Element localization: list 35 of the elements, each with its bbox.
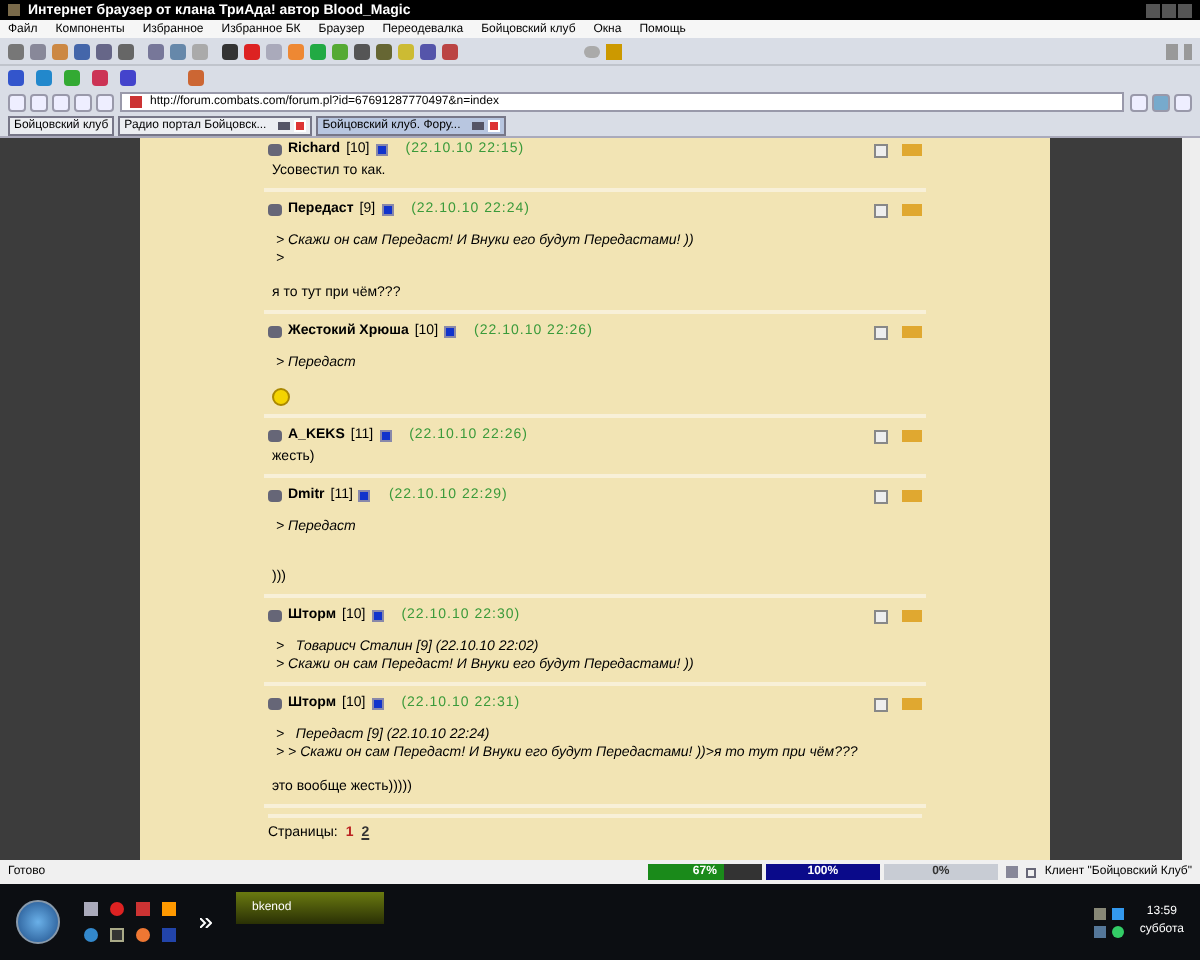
smiley-icon	[272, 388, 290, 406]
close-tab-icon[interactable]	[488, 119, 501, 131]
info-icon[interactable]	[444, 326, 457, 338]
pin-icon[interactable]	[278, 121, 291, 129]
window-button[interactable]	[1152, 93, 1170, 111]
checkbox[interactable]	[874, 489, 888, 503]
close-button[interactable]	[1178, 3, 1192, 17]
back-button[interactable]	[8, 93, 26, 111]
checkbox[interactable]	[874, 609, 888, 623]
checkbox[interactable]	[874, 143, 888, 157]
info-icon[interactable]	[371, 698, 384, 710]
checkbox[interactable]	[874, 697, 888, 711]
checkbox[interactable]	[874, 203, 888, 217]
info-icon[interactable]	[358, 490, 371, 502]
start-button[interactable]	[16, 900, 60, 944]
info-icon[interactable]	[379, 430, 392, 442]
go-button[interactable]	[1130, 93, 1148, 111]
refresh-button[interactable]	[96, 93, 114, 111]
minimize-button[interactable]	[1146, 3, 1160, 17]
chevron-icon[interactable]	[200, 917, 212, 927]
pin-icon[interactable]	[472, 121, 485, 129]
forward-button[interactable]	[30, 93, 48, 111]
page-icon	[130, 96, 142, 108]
search-button[interactable]	[1174, 93, 1192, 111]
app-icon	[8, 4, 20, 16]
checkbox[interactable]	[874, 325, 888, 339]
home-button[interactable]	[52, 93, 70, 111]
checkbox[interactable]	[874, 429, 888, 443]
stop-button[interactable]	[74, 93, 92, 111]
info-icon[interactable]	[381, 204, 394, 216]
info-icon[interactable]	[371, 610, 384, 622]
maximize-button[interactable]	[1162, 3, 1176, 17]
close-tab-icon[interactable]	[294, 119, 307, 131]
scrollbar[interactable]	[1182, 138, 1200, 860]
info-icon[interactable]	[375, 144, 388, 156]
